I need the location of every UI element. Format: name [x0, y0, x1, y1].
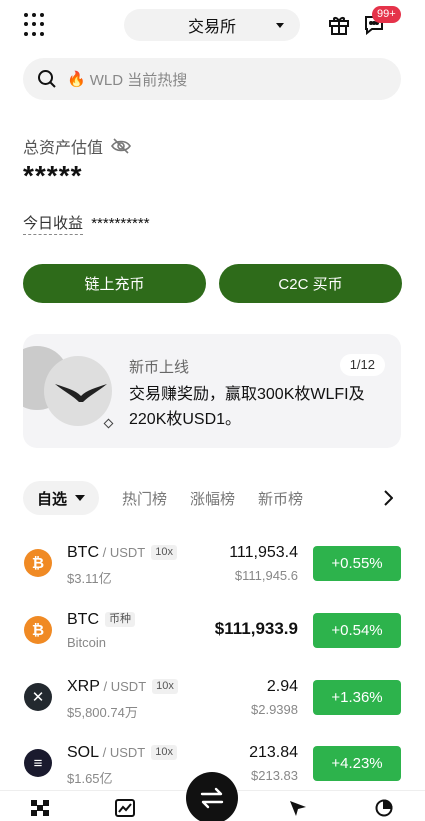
market-change[interactable]: +1.36%	[313, 680, 401, 715]
menu-grid-icon[interactable]	[24, 13, 48, 37]
search-placeholder: WLD 当前热搜	[89, 71, 188, 89]
tab-favorites[interactable]: 自选	[23, 481, 100, 515]
market-row[interactable]: ₿ BTC / USDT 10x $3.11亿 111,953.4 $111,94…	[0, 530, 425, 596]
markets-chart-icon[interactable]	[115, 799, 135, 817]
total-assets-text: 总资产估值	[23, 140, 104, 157]
top-bar: 交易所 99+	[0, 0, 425, 50]
market-volume: $5,800.74万	[67, 705, 138, 720]
search-bar[interactable]: 🔥 WLD 当前热搜	[23, 58, 401, 100]
eagle-logo-icon	[55, 384, 107, 402]
onchain-deposit-button[interactable]: 链上充币	[23, 264, 206, 303]
market-symbol: XRP / USDT 10x	[67, 678, 178, 696]
coin-tag: 币种	[105, 612, 135, 627]
new-listing-banner[interactable]: 新币上线 1/12 交易赚奖励，赢取300K枚WLFI及220K枚USD1。	[23, 334, 401, 448]
market-change[interactable]: +4.23%	[313, 746, 401, 781]
c2c-buy-button[interactable]: C2C 买币	[219, 264, 402, 303]
market-fiat-price: $111,945.6	[234, 568, 298, 583]
mode-switcher[interactable]: 交易所	[124, 9, 300, 41]
market-volume: $1.65亿	[67, 771, 113, 786]
market-coin-name: Bitcoin	[67, 635, 107, 650]
total-assets-label: 总资产估值	[23, 134, 131, 158]
market-symbol: SOL / USDT 10x	[67, 744, 177, 762]
caret-down-icon	[276, 23, 284, 28]
market-row[interactable]: ₿ BTC 币种 Bitcoin $111,933.9 +0.54%	[0, 597, 425, 663]
banner-text: 交易赚奖励，赢取300K枚WLFI及220K枚USD1。	[129, 386, 365, 428]
market-tabs: 自选 热门榜 涨幅榜 新币榜	[23, 481, 401, 515]
today-earnings-label[interactable]: 今日收益	[23, 215, 84, 235]
market-price: 111,953.4	[229, 544, 298, 561]
tab-favorites-label: 自选	[37, 490, 68, 508]
swap-arrows-icon	[200, 787, 224, 809]
market-change[interactable]: +0.55%	[313, 546, 401, 581]
mode-label: 交易所	[187, 19, 236, 36]
search-icon	[38, 70, 56, 88]
market-price: $111,933.9	[214, 619, 298, 638]
tab-hot[interactable]: 热门榜	[122, 488, 167, 509]
market-price: 2.94	[266, 678, 298, 695]
leverage-tag: 10x	[151, 545, 177, 560]
market-price: 213.84	[249, 744, 298, 761]
btc-coin-icon: ₿	[24, 616, 52, 644]
notification-badge: 99+	[372, 6, 401, 23]
home-logo-icon[interactable]	[30, 799, 50, 817]
market-change[interactable]: +0.54%	[313, 613, 401, 648]
gift-icon[interactable]	[328, 13, 350, 35]
market-volume: $3.11亿	[67, 571, 112, 586]
market-symbol: BTC 币种	[67, 611, 135, 629]
today-earnings-value: **********	[91, 215, 150, 232]
xrp-coin-icon: ✕	[24, 683, 52, 711]
sol-coin-icon: ≡	[24, 749, 52, 777]
market-fiat-price: $213.83	[251, 768, 298, 783]
caret-down-icon	[75, 495, 86, 501]
banner-title: 新币上线	[129, 359, 190, 376]
trade-button[interactable]	[186, 772, 238, 821]
tab-gainers[interactable]: 涨幅榜	[190, 488, 235, 509]
assets-pie-icon[interactable]	[374, 799, 394, 817]
market-fiat-price: $2.9398	[251, 702, 298, 717]
fire-icon: 🔥	[67, 71, 86, 88]
btc-coin-icon: ₿	[24, 549, 52, 577]
total-assets-value: *****	[23, 160, 83, 191]
eye-hidden-icon[interactable]	[111, 137, 131, 155]
discover-icon[interactable]	[288, 799, 308, 817]
banner-pager: 1/12	[339, 354, 385, 376]
today-earnings: 今日收益 **********	[23, 212, 150, 235]
market-row[interactable]: ✕ XRP / USDT 10x $5,800.74万 2.94 $2.9398 …	[0, 664, 425, 730]
leverage-tag: 10x	[151, 745, 177, 760]
market-symbol: BTC / USDT 10x	[67, 544, 177, 562]
chevron-right-icon[interactable]	[384, 490, 393, 506]
leverage-tag: 10x	[152, 679, 178, 694]
sparkle-icon	[103, 418, 114, 429]
tab-new[interactable]: 新币榜	[258, 488, 303, 509]
